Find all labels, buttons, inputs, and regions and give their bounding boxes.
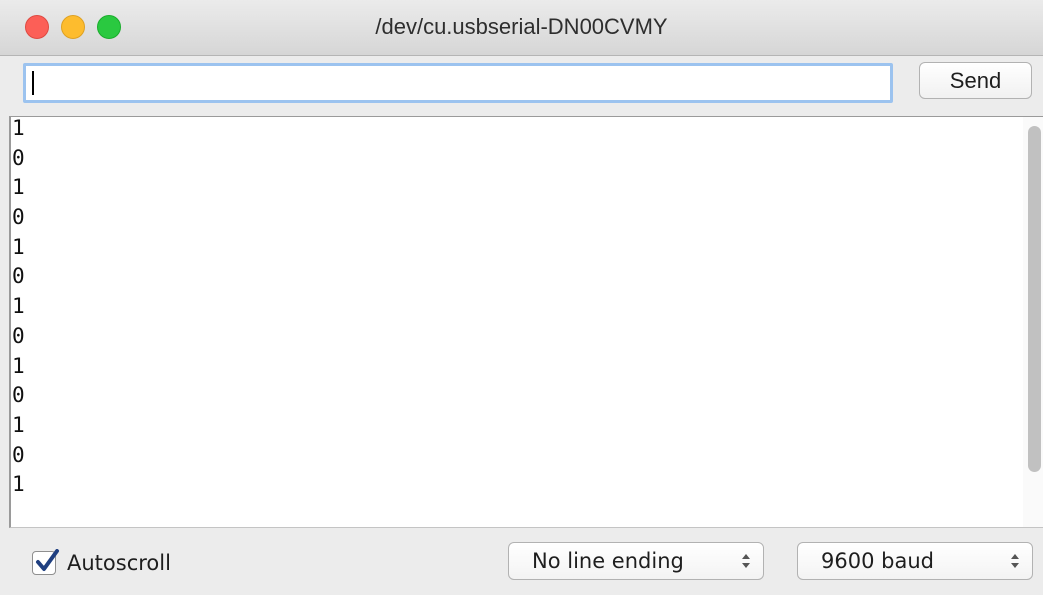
status-bar: Autoscroll No line ending 9600 baud	[0, 528, 1043, 595]
checkmark-icon	[36, 549, 59, 571]
scrollbar-thumb[interactable]	[1028, 126, 1041, 472]
output-line: 1	[12, 353, 25, 378]
baud-rate-value: 9600 baud	[821, 549, 934, 573]
text-caret	[32, 71, 34, 95]
autoscroll-label: Autoscroll	[67, 551, 171, 575]
output-line: 1	[12, 472, 25, 497]
output-line: 0	[12, 205, 25, 230]
send-toolbar: Send	[0, 56, 1043, 116]
output-line: 1	[12, 175, 25, 200]
output-line: 0	[12, 264, 25, 289]
serial-output[interactable]: 1 0 1 0 1 0 1 0 1 0 1 0 1	[9, 116, 1043, 528]
up-down-stepper-icon	[742, 554, 750, 568]
send-button[interactable]: Send	[919, 62, 1032, 99]
autoscroll-toggle[interactable]: Autoscroll	[32, 549, 171, 576]
output-line: 0	[12, 383, 25, 408]
vertical-scrollbar[interactable]	[1023, 117, 1043, 527]
output-line: 0	[12, 323, 25, 348]
output-line: 0	[12, 145, 25, 170]
output-line: 1	[12, 116, 25, 140]
baud-rate-select[interactable]: 9600 baud	[797, 542, 1033, 580]
line-ending-select[interactable]: No line ending	[508, 542, 764, 580]
line-ending-value: No line ending	[532, 549, 684, 573]
output-line: 1	[12, 234, 25, 259]
serial-monitor-window: /dev/cu.usbserial-DN00CVMY Send 1 0 1 0 …	[0, 0, 1043, 595]
output-line: 1	[12, 412, 25, 437]
output-line: 0	[12, 442, 25, 467]
up-down-stepper-icon	[1011, 554, 1019, 568]
output-line: 1	[12, 294, 25, 319]
serial-input[interactable]	[23, 63, 893, 103]
title-bar[interactable]: /dev/cu.usbserial-DN00CVMY	[0, 0, 1043, 56]
autoscroll-checkbox[interactable]	[32, 549, 59, 575]
output-lines: 1 0 1 0 1 0 1 0 1 0 1 0 1	[11, 116, 25, 500]
window-title: /dev/cu.usbserial-DN00CVMY	[375, 14, 668, 39]
